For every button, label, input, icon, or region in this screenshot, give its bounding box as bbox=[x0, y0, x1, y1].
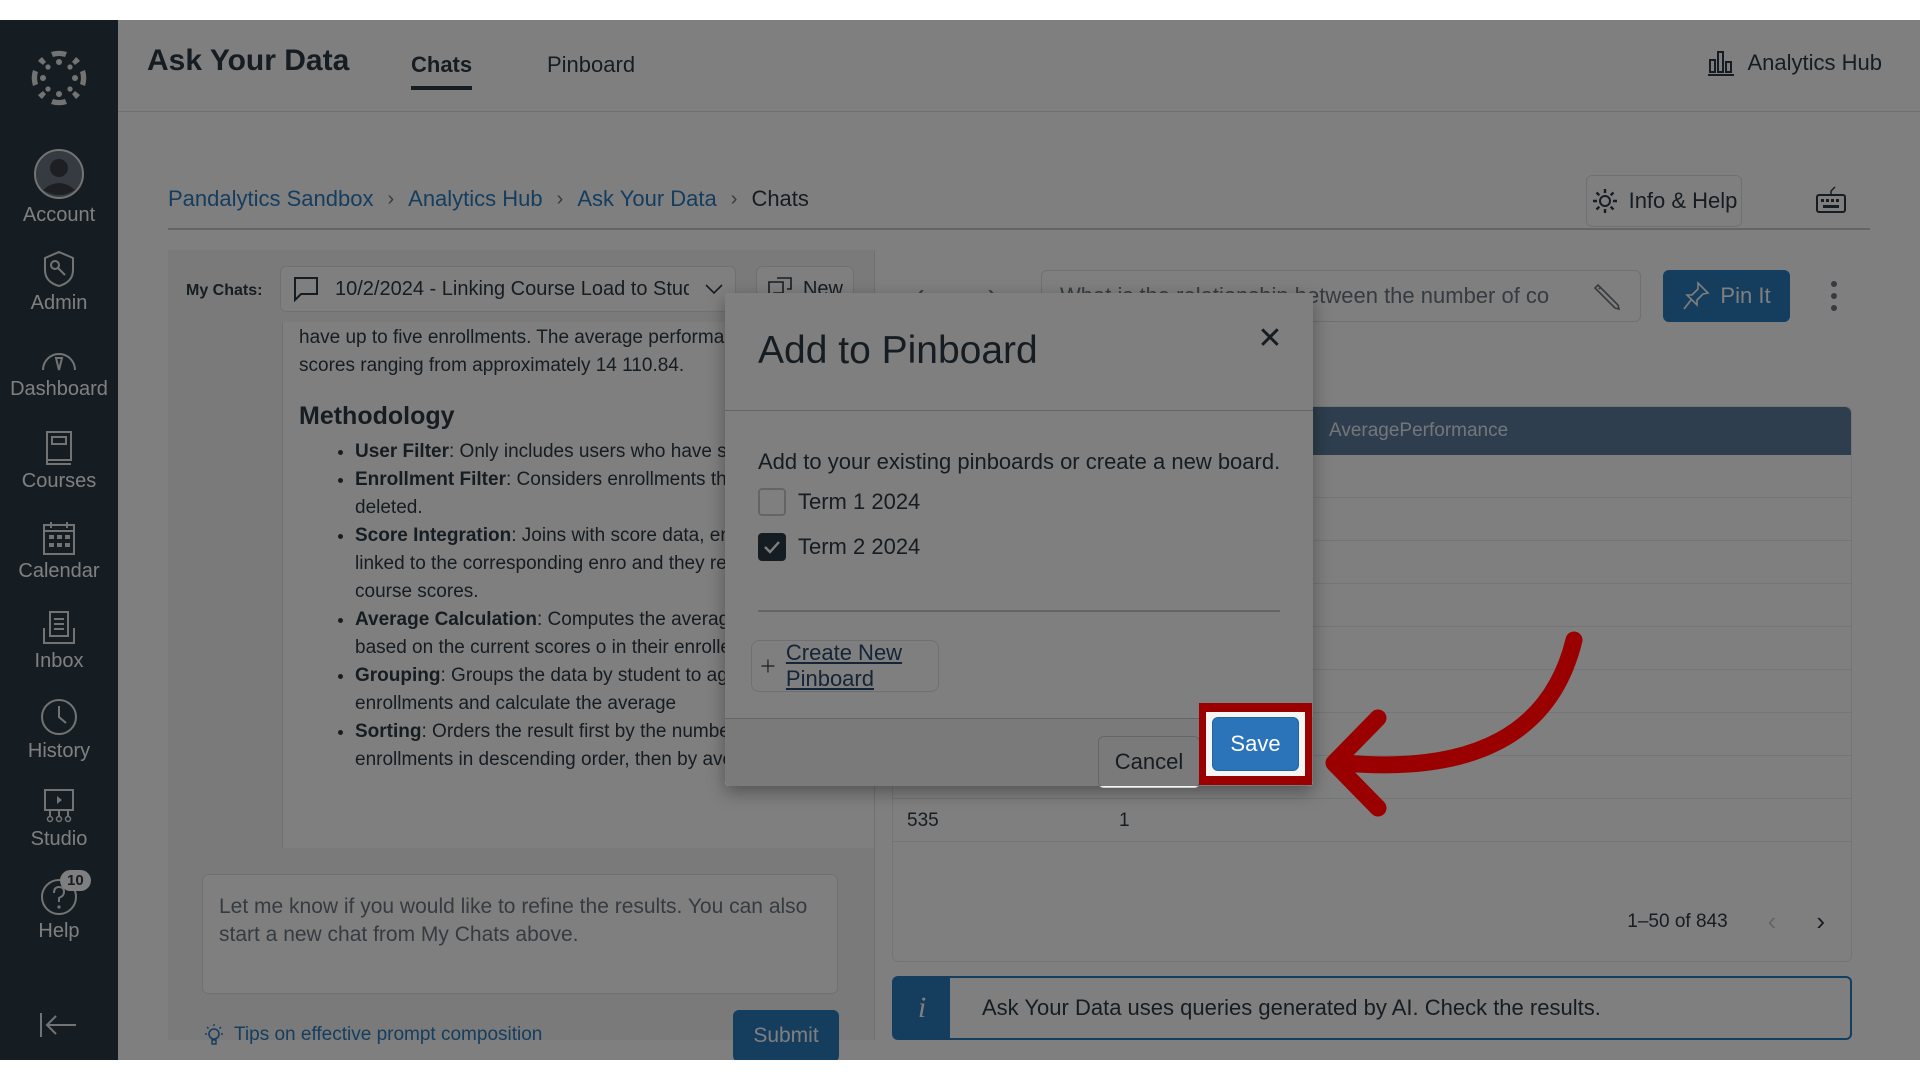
annotation-highlight-box: Save bbox=[1199, 703, 1312, 785]
checkmark-icon bbox=[764, 541, 780, 554]
cancel-button[interactable]: Cancel bbox=[1098, 736, 1200, 788]
create-new-pinboard-button[interactable]: Create New Pinboard bbox=[751, 640, 939, 692]
modal-title: Add to Pinboard bbox=[758, 329, 1038, 372]
save-button[interactable]: Save bbox=[1212, 717, 1299, 771]
pinboard-option-term-2-2024[interactable]: Term 2 2024 bbox=[758, 533, 920, 561]
modal-description: Add to your existing pinboards or create… bbox=[758, 449, 1281, 474]
modal-divider bbox=[725, 410, 1313, 411]
screen: Account Admin Dashboard Courses Calendar… bbox=[0, 20, 1920, 1060]
highlight-inner: Save bbox=[1206, 712, 1305, 776]
pinboard-label: Term 2 2024 bbox=[798, 534, 921, 559]
close-icon[interactable]: ✕ bbox=[1255, 322, 1285, 355]
create-new-pinboard-label: Create New Pinboard bbox=[785, 640, 903, 691]
pinboard-option-term-1-2024[interactable]: Term 1 2024 bbox=[758, 488, 920, 516]
pinboard-checkbox[interactable] bbox=[758, 533, 786, 561]
annotation-arrow-icon bbox=[1325, 631, 1583, 817]
modal-divider bbox=[758, 610, 1280, 612]
plus-icon bbox=[761, 659, 775, 673]
pinboard-checkbox[interactable] bbox=[758, 488, 786, 516]
pinboard-label: Term 1 2024 bbox=[798, 489, 921, 514]
